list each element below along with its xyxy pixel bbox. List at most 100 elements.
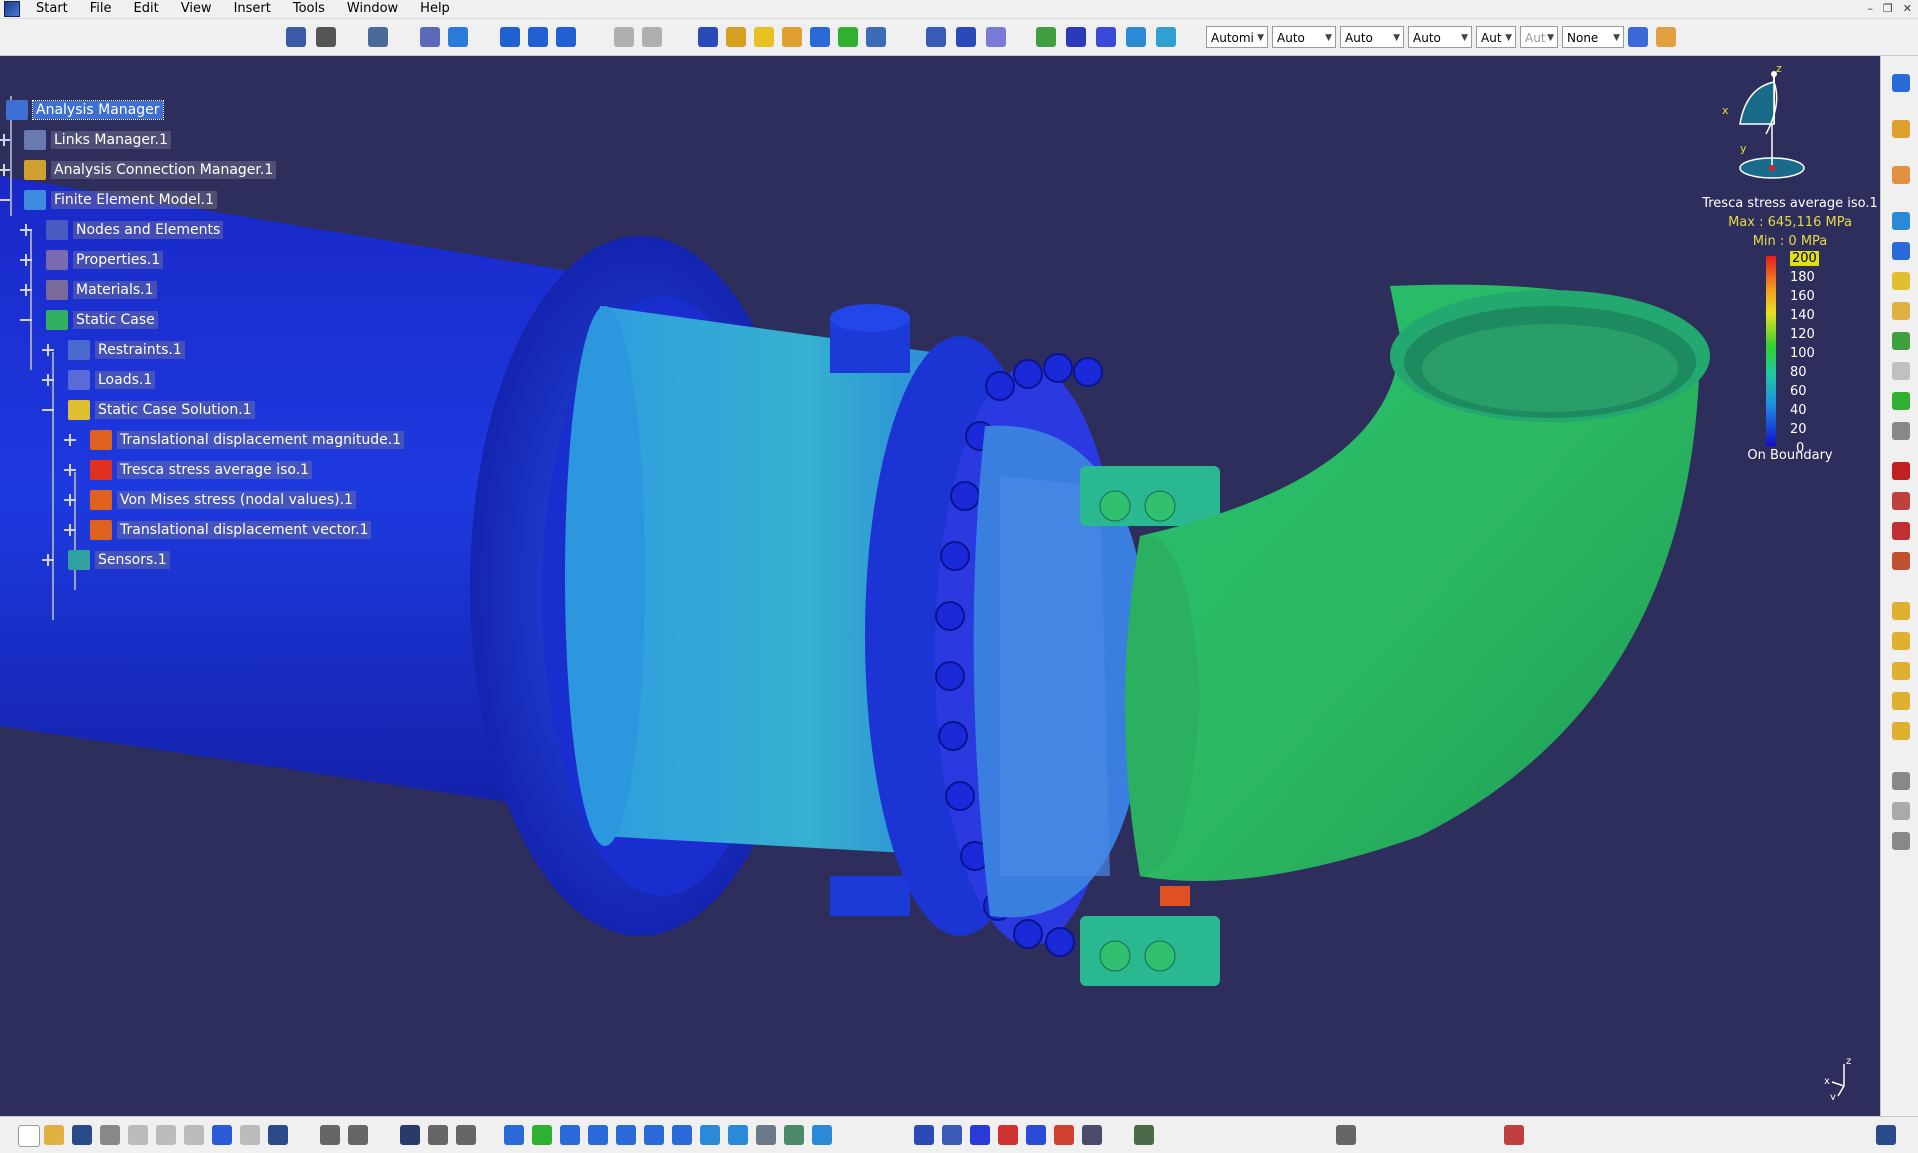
box-icon[interactable] [1892,272,1910,290]
restore-icon[interactable]: ❐ [1883,0,1893,18]
expand-icon[interactable] [64,524,76,536]
adaptivity-icon[interactable] [1036,27,1056,47]
traffic-icon[interactable] [1892,392,1910,410]
fly-icon[interactable] [504,1125,524,1145]
collapse-icon[interactable] [42,404,54,416]
catia-app-icon[interactable] [4,1,20,17]
layers-icon[interactable] [1892,332,1910,350]
force-icon[interactable] [782,27,802,47]
apply-icon[interactable] [1892,212,1910,230]
compute-icon[interactable] [1892,120,1910,138]
auto-combo-4[interactable]: Aut ▼ [1476,26,1516,48]
sphere-icon[interactable] [1892,422,1910,440]
lock-icon[interactable] [428,1125,448,1145]
hide-show-icon[interactable] [784,1125,804,1145]
rotate-icon[interactable] [588,1125,608,1145]
animate-icon[interactable] [1126,27,1146,47]
update-icon[interactable] [368,27,388,47]
tree-item-sensors[interactable]: Sensors.1 [42,549,170,571]
mesh-part-icon[interactable] [1892,602,1910,620]
menu-start[interactable]: Start [26,0,80,18]
tree-item-properties[interactable]: Properties.1 [20,249,164,271]
undo-icon[interactable] [212,1125,232,1145]
zoom-out-icon[interactable] [644,1125,664,1145]
comment-icon[interactable] [348,1125,368,1145]
tree-item-materials[interactable]: Materials.1 [20,279,157,301]
minimize-icon[interactable]: – [1867,0,1873,18]
image-red-icon[interactable] [998,1125,1018,1145]
surface-icon[interactable] [1892,242,1910,260]
sensor-icon[interactable] [926,27,946,47]
lock-icon[interactable] [316,27,336,47]
shell-icon[interactable] [448,27,468,47]
image-layout-icon[interactable] [1054,1125,1074,1145]
formula-icon[interactable] [320,1125,340,1145]
cube-icon[interactable] [942,1125,962,1145]
compute-icon[interactable] [698,27,718,47]
report-icon[interactable] [956,27,976,47]
compass-widget[interactable]: z x y [1710,64,1820,184]
new-file-icon[interactable] [18,1125,40,1147]
bulb-icon[interactable] [754,27,774,47]
connection-icon[interactable] [614,27,634,47]
tree-item-static-case-solution[interactable]: Static Case Solution.1 [42,399,255,421]
whats-this-icon[interactable] [268,1125,288,1145]
tree-item-loads[interactable]: Loads.1 [42,369,156,391]
image-edit-icon[interactable] [986,27,1006,47]
advanced-restraint-icon[interactable] [556,27,576,47]
shading-icon[interactable] [756,1125,776,1145]
tree-item-von-mises-stress[interactable]: Von Mises stress (nodal values).1 [64,489,356,511]
list-icon[interactable] [1892,832,1910,850]
expand-icon[interactable] [64,494,76,506]
tree-item-nodes-elements[interactable]: Nodes and Elements [20,219,224,241]
auto-combo-2[interactable]: Auto ▼ [1340,26,1404,48]
fit-all-icon[interactable] [532,1125,552,1145]
cut-icon[interactable] [128,1125,148,1145]
tree-item-static-case[interactable]: Static Case [20,309,158,331]
none-combo[interactable]: None ▼ [1562,26,1624,48]
tree-expand-icon[interactable] [456,1125,476,1145]
pressure-icon[interactable] [726,27,746,47]
expand-icon[interactable] [42,374,54,386]
iso-view-icon[interactable] [728,1125,748,1145]
mesh-icon[interactable] [420,27,440,47]
octree-icon[interactable] [1892,632,1910,650]
settings-icon[interactable] [1082,1125,1102,1145]
collapse-icon[interactable] [0,194,10,206]
principal-stress-icon[interactable] [866,27,886,47]
measure-icon[interactable] [286,27,306,47]
tree-item-displacement-magnitude[interactable]: Translational displacement magnitude.1 [64,429,405,451]
tree-item-tresca-stress[interactable]: Tresca stress average iso.1 [64,459,313,481]
zoom-in-icon[interactable] [616,1125,636,1145]
image-edit-icon[interactable] [1026,1125,1046,1145]
menu-edit[interactable]: Edit [124,0,171,18]
virus-icon[interactable] [1892,462,1910,480]
expand-icon[interactable] [64,464,76,476]
sag-icon[interactable] [1892,722,1910,740]
tree-item-displacement-vector[interactable]: Translational displacement vector.1 [64,519,372,541]
table-icon[interactable] [400,1125,420,1145]
automatic-combo[interactable]: Automi ▼ [1206,26,1268,48]
expand-icon[interactable] [42,344,54,356]
menu-file[interactable]: File [80,0,124,18]
expand-icon[interactable] [20,284,32,296]
menu-insert[interactable]: Insert [224,0,283,18]
collapse-icon[interactable] [20,314,32,326]
extrema-icon[interactable] [1096,27,1116,47]
bearing-icon[interactable] [1892,552,1910,570]
save-icon[interactable] [72,1125,92,1145]
pan-icon[interactable] [560,1125,580,1145]
menu-window[interactable]: Window [337,0,410,18]
open-folder-icon[interactable] [44,1125,64,1145]
auto-combo-3[interactable]: Auto ▼ [1408,26,1472,48]
tree-item-finite-element-model[interactable]: Finite Element Model.1 [0,189,218,211]
normal-view-icon[interactable] [672,1125,692,1145]
connection-bar-icon[interactable] [970,1125,990,1145]
workbench-icon[interactable] [1504,1125,1524,1145]
expand-icon[interactable] [20,254,32,266]
moment-icon[interactable] [1892,522,1910,540]
auto-combo-5[interactable]: Aut ▼ [1520,26,1558,48]
expand-icon[interactable] [0,164,10,176]
tree-view-icon[interactable] [1134,1125,1154,1145]
menu-help[interactable]: Help [410,0,462,18]
